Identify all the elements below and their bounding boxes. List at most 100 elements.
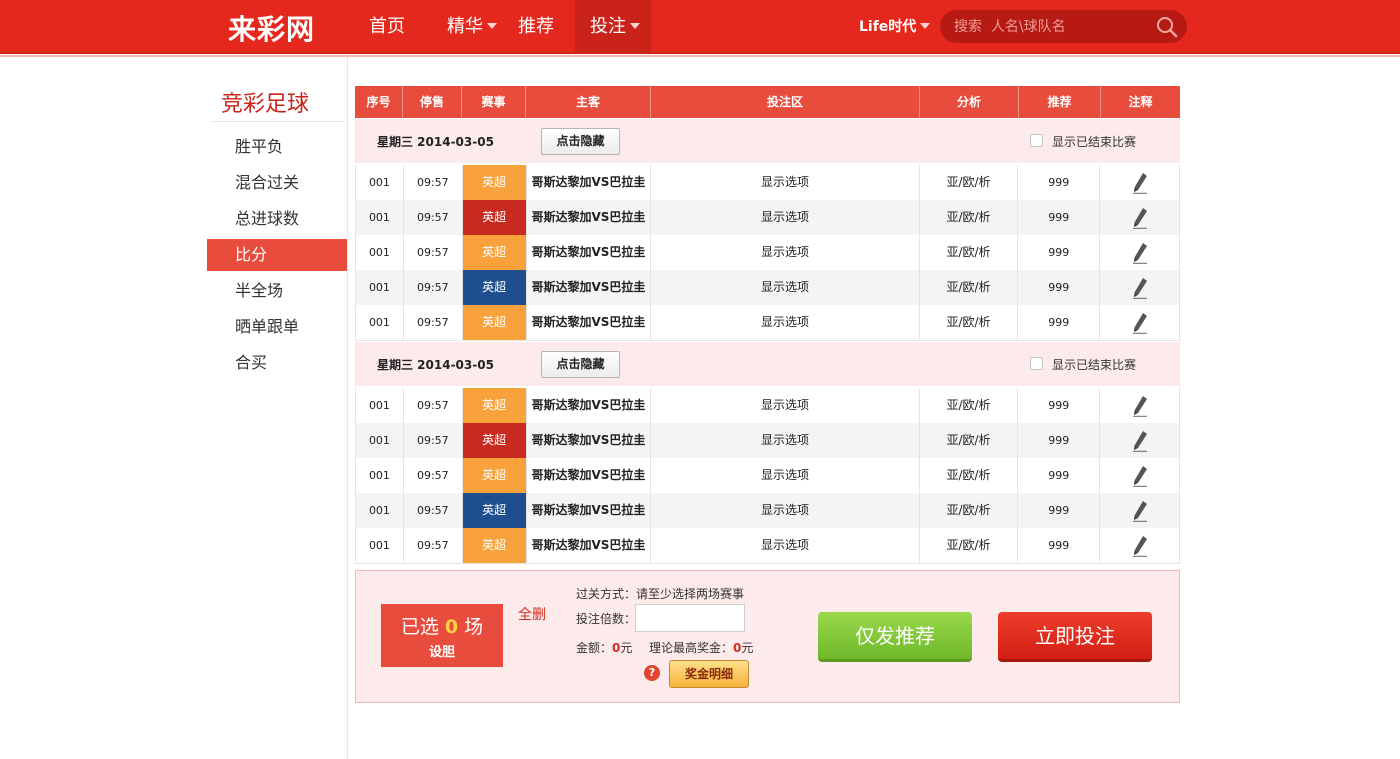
- table-row: 001 09:57 英超 哥斯达黎加VS巴拉圭 显示选项 亚/欧/析 999: [355, 423, 1180, 459]
- pencil-icon[interactable]: [1132, 500, 1148, 522]
- show-options-link[interactable]: 显示选项: [651, 388, 920, 423]
- send-recommend-button[interactable]: 仅发推荐: [818, 612, 972, 662]
- sidebar-item-score[interactable]: 比分: [207, 239, 347, 271]
- nav-recommend[interactable]: 推荐: [518, 0, 554, 54]
- league-badge[interactable]: 英超: [462, 305, 527, 340]
- table-row: 001 09:57 英超 哥斯达黎加VS巴拉圭 显示选项 亚/欧/析 999: [355, 493, 1180, 529]
- league-badge[interactable]: 英超: [462, 528, 527, 563]
- note-cell: [1100, 270, 1179, 305]
- prize-detail-button[interactable]: 奖金明细: [669, 660, 749, 688]
- row-number: 001: [356, 528, 404, 563]
- sidebar-item-mixed-parlay[interactable]: 混合过关: [207, 167, 347, 199]
- site-logo[interactable]: 来彩网: [228, 8, 315, 48]
- recommend-count: 999: [1018, 423, 1101, 458]
- clear-all-link[interactable]: 全删: [518, 604, 546, 624]
- show-options-link[interactable]: 显示选项: [651, 528, 920, 563]
- match-teams[interactable]: 哥斯达黎加VS巴拉圭: [527, 305, 652, 340]
- place-bet-button[interactable]: 立即投注: [998, 612, 1152, 662]
- table-row: 001 09:57 英超 哥斯达黎加VS巴拉圭 显示选项 亚/欧/析 999: [355, 270, 1180, 306]
- match-teams[interactable]: 哥斯达黎加VS巴拉圭: [527, 200, 652, 235]
- pencil-icon[interactable]: [1132, 277, 1148, 299]
- league-badge[interactable]: 英超: [462, 423, 527, 458]
- analysis-links[interactable]: 亚/欧/析: [920, 388, 1019, 423]
- hide-group-button[interactable]: 点击隐藏: [541, 128, 620, 155]
- column-header-notes: 注释: [1128, 95, 1153, 109]
- league-badge[interactable]: 英超: [462, 200, 527, 235]
- sidebar-item-share-follow[interactable]: 晒单跟单: [207, 311, 347, 343]
- match-teams[interactable]: 哥斯达黎加VS巴拉圭: [527, 493, 652, 528]
- nav-featured[interactable]: 精华: [447, 0, 497, 54]
- analysis-links[interactable]: 亚/欧/析: [920, 235, 1019, 270]
- nav-featured-label: 精华: [447, 16, 483, 37]
- nav-home-label: 首页: [369, 16, 405, 37]
- nav-bet[interactable]: 投注: [575, 0, 651, 54]
- row-number: 001: [356, 388, 404, 423]
- analysis-links[interactable]: 亚/欧/析: [920, 528, 1019, 563]
- show-options-link[interactable]: 显示选项: [651, 200, 920, 235]
- show-options-link[interactable]: 显示选项: [651, 235, 920, 270]
- table-row: 001 09:57 英超 哥斯达黎加VS巴拉圭 显示选项 亚/欧/析 999: [355, 165, 1180, 201]
- match-teams[interactable]: 哥斯达黎加VS巴拉圭: [527, 388, 652, 423]
- league-badge[interactable]: 英超: [462, 458, 527, 493]
- match-teams[interactable]: 哥斯达黎加VS巴拉圭: [527, 165, 652, 200]
- show-options-link[interactable]: 显示选项: [651, 165, 920, 200]
- analysis-links[interactable]: 亚/欧/析: [920, 200, 1019, 235]
- search-input[interactable]: [954, 16, 1144, 37]
- analysis-links[interactable]: 亚/欧/析: [920, 493, 1019, 528]
- search-icon[interactable]: [1156, 16, 1178, 38]
- show-options-link[interactable]: 显示选项: [651, 458, 920, 493]
- amount-unit: 元: [620, 641, 633, 655]
- analysis-links[interactable]: 亚/欧/析: [920, 305, 1019, 340]
- league-badge[interactable]: 英超: [462, 493, 527, 528]
- help-icon[interactable]: ?: [644, 665, 660, 681]
- multiplier-label: 投注倍数：: [576, 612, 637, 626]
- pencil-icon[interactable]: [1132, 172, 1148, 194]
- match-teams[interactable]: 哥斯达黎加VS巴拉圭: [527, 270, 652, 305]
- parlay-mode-text: 过关方式：请至少选择两场赛事: [576, 587, 745, 601]
- pencil-icon[interactable]: [1132, 312, 1148, 334]
- show-finished-checkbox[interactable]: [1030, 357, 1043, 370]
- match-teams[interactable]: 哥斯达黎加VS巴拉圭: [527, 423, 652, 458]
- max-prize-label: 理论最高奖金：: [649, 641, 734, 655]
- analysis-links[interactable]: 亚/欧/析: [920, 165, 1019, 200]
- chevron-down-icon: [920, 22, 931, 29]
- column-header-match: 主客: [526, 86, 651, 118]
- match-teams[interactable]: 哥斯达黎加VS巴拉圭: [527, 235, 652, 270]
- recommend-count: 999: [1018, 235, 1101, 270]
- match-teams[interactable]: 哥斯达黎加VS巴拉圭: [527, 458, 652, 493]
- league-badge[interactable]: 英超: [462, 235, 527, 270]
- pencil-icon[interactable]: [1132, 465, 1148, 487]
- match-teams[interactable]: 哥斯达黎加VS巴拉圭: [527, 528, 652, 563]
- note-cell: [1100, 388, 1179, 423]
- selected-count-box[interactable]: 已选 0 场 设胆: [381, 604, 503, 667]
- sidebar-item-half-full[interactable]: 半全场: [207, 275, 347, 307]
- show-options-link[interactable]: 显示选项: [651, 270, 920, 305]
- show-options-link[interactable]: 显示选项: [651, 493, 920, 528]
- date-group-header: 星期三 2014-03-05 点击隐藏 显示已结束比赛: [355, 342, 1180, 386]
- show-finished-label: 显示已结束比赛: [1052, 135, 1137, 149]
- pencil-icon[interactable]: [1132, 395, 1148, 417]
- stop-time: 09:57: [404, 235, 463, 270]
- analysis-links[interactable]: 亚/欧/析: [920, 458, 1019, 493]
- sidebar-item-group-buy[interactable]: 合买: [207, 347, 347, 379]
- life-menu[interactable]: Life时代: [859, 0, 931, 54]
- row-number: 001: [356, 165, 404, 200]
- pencil-icon[interactable]: [1132, 242, 1148, 264]
- show-options-link[interactable]: 显示选项: [651, 423, 920, 458]
- pencil-icon[interactable]: [1132, 535, 1148, 557]
- nav-home[interactable]: 首页: [369, 0, 405, 54]
- analysis-links[interactable]: 亚/欧/析: [920, 423, 1019, 458]
- sidebar-item-win-draw-lose[interactable]: 胜平负: [207, 131, 347, 163]
- league-badge[interactable]: 英超: [462, 388, 527, 423]
- sidebar-item-total-goals[interactable]: 总进球数: [207, 203, 347, 235]
- league-badge[interactable]: 英超: [462, 270, 527, 305]
- multiplier-input[interactable]: [635, 604, 745, 632]
- analysis-links[interactable]: 亚/欧/析: [920, 270, 1019, 305]
- pencil-icon[interactable]: [1132, 430, 1148, 452]
- league-badge[interactable]: 英超: [462, 165, 527, 200]
- show-finished-checkbox[interactable]: [1030, 134, 1043, 147]
- show-options-link[interactable]: 显示选项: [651, 305, 920, 340]
- nav-bet-label: 投注: [590, 16, 626, 37]
- hide-group-button[interactable]: 点击隐藏: [541, 351, 620, 378]
- pencil-icon[interactable]: [1132, 207, 1148, 229]
